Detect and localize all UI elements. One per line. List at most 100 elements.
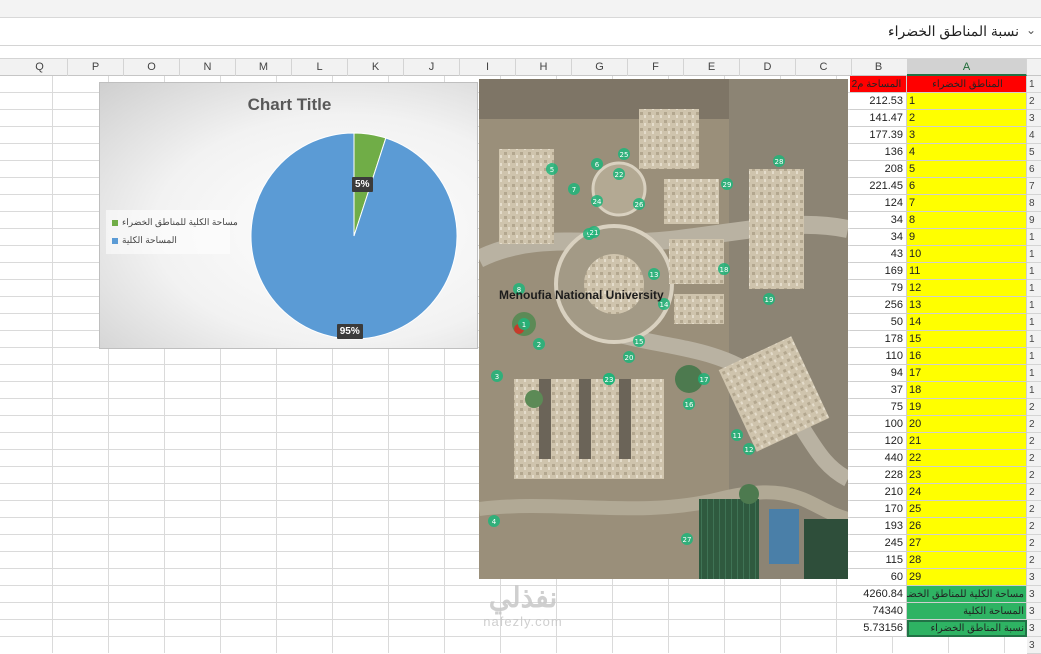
column-header-o[interactable]: O bbox=[124, 59, 180, 76]
table-cell-a[interactable]: 20 bbox=[907, 416, 1027, 433]
row-header[interactable]: 2 bbox=[1027, 552, 1041, 569]
table-cell-a[interactable]: 11 bbox=[907, 263, 1027, 280]
column-header-p[interactable]: P bbox=[68, 59, 124, 76]
row-header[interactable]: 2 bbox=[1027, 433, 1041, 450]
table-cell-b[interactable]: 60 bbox=[850, 569, 907, 586]
column-header-i[interactable]: I bbox=[460, 59, 516, 76]
table-cell-a[interactable]: 14 bbox=[907, 314, 1027, 331]
row-header[interactable]: 6 bbox=[1027, 161, 1041, 178]
column-header-a[interactable]: A bbox=[907, 59, 1027, 76]
table-cell-b[interactable]: 193 bbox=[850, 518, 907, 535]
table-cell-b[interactable]: 228 bbox=[850, 467, 907, 484]
column-header-g[interactable]: G bbox=[572, 59, 628, 76]
table-cell-a[interactable]: 24 bbox=[907, 484, 1027, 501]
table-cell-b[interactable]: 208 bbox=[850, 161, 907, 178]
row-header[interactable]: 1 bbox=[1027, 382, 1041, 399]
column-header-k[interactable]: K bbox=[348, 59, 404, 76]
row-header[interactable]: 9 bbox=[1027, 212, 1041, 229]
row-header[interactable]: 2 bbox=[1027, 518, 1041, 535]
table-cell-a[interactable]: 1 bbox=[907, 93, 1027, 110]
table-cell-b[interactable]: 440 bbox=[850, 450, 907, 467]
table-cell-b[interactable]: 75 bbox=[850, 399, 907, 416]
chart-title[interactable]: Chart Title bbox=[100, 95, 479, 115]
table-cell-b[interactable]: 178 bbox=[850, 331, 907, 348]
table-cell-a[interactable]: 23 bbox=[907, 467, 1027, 484]
row-header[interactable]: 1 bbox=[1027, 331, 1041, 348]
table-cell-a[interactable]: 7 bbox=[907, 195, 1027, 212]
column-header-q[interactable]: Q bbox=[12, 59, 68, 76]
column-header-f[interactable]: F bbox=[628, 59, 684, 76]
table-cell-a[interactable]: 6 bbox=[907, 178, 1027, 195]
table-cell-a[interactable]: 26 bbox=[907, 518, 1027, 535]
column-header-d[interactable]: D bbox=[740, 59, 796, 76]
table-cell-b[interactable]: 210 bbox=[850, 484, 907, 501]
row-header[interactable]: 1 bbox=[1027, 314, 1041, 331]
table-cell-b[interactable]: 100 bbox=[850, 416, 907, 433]
column-header-j[interactable]: J bbox=[404, 59, 460, 76]
table-cell-b[interactable]: 136 bbox=[850, 144, 907, 161]
row-header[interactable]: 7 bbox=[1027, 178, 1041, 195]
summary-value-cell[interactable]: 4260.84 bbox=[850, 586, 907, 603]
table-cell-b[interactable]: 34 bbox=[850, 229, 907, 246]
pie-plot[interactable] bbox=[249, 131, 459, 341]
table-cell-b[interactable]: 110 bbox=[850, 348, 907, 365]
table-cell-b[interactable]: 43 bbox=[850, 246, 907, 263]
table-cell-a[interactable]: 13 bbox=[907, 297, 1027, 314]
row-header[interactable]: 1 bbox=[1027, 229, 1041, 246]
table-cell-a[interactable]: 16 bbox=[907, 348, 1027, 365]
table-cell-b[interactable]: 221.45 bbox=[850, 178, 907, 195]
table-cell-a[interactable]: 21 bbox=[907, 433, 1027, 450]
row-header[interactable]: 1 bbox=[1027, 263, 1041, 280]
table-cell-b[interactable]: 79 bbox=[850, 280, 907, 297]
table-cell-a[interactable]: 28 bbox=[907, 552, 1027, 569]
header-cell-area[interactable]: المساحة م2 bbox=[850, 76, 907, 93]
row-header[interactable]: 4 bbox=[1027, 127, 1041, 144]
column-a-cells[interactable]: المناطق الخضراء 1 2 3 4 5 6 7 8 9 10 11 12 13 14 15 16 17… bbox=[907, 76, 1027, 637]
campus-satellite-image[interactable]: 1234567891011121314151617181920212223242… bbox=[479, 79, 848, 579]
chart-legend[interactable]: مساحة الكلية للمناطق الخضراء المساحة الكل… bbox=[106, 210, 238, 254]
data-label[interactable]: 5% bbox=[352, 177, 373, 193]
row-header[interactable]: 3 bbox=[1027, 620, 1041, 637]
summary-value-cell[interactable]: 5.73156 bbox=[850, 620, 907, 637]
table-cell-b[interactable]: 124 bbox=[850, 195, 907, 212]
table-cell-a[interactable]: 19 bbox=[907, 399, 1027, 416]
row-header[interactable]: 3 bbox=[1027, 603, 1041, 620]
row-header[interactable]: 3 bbox=[1027, 637, 1041, 654]
row-header[interactable]: 1 bbox=[1027, 348, 1041, 365]
table-cell-b[interactable]: 120 bbox=[850, 433, 907, 450]
table-cell-b[interactable]: 115 bbox=[850, 552, 907, 569]
data-label[interactable]: 95% bbox=[336, 323, 363, 339]
row-header[interactable]: 2 bbox=[1027, 535, 1041, 552]
table-cell-a[interactable]: 5 bbox=[907, 161, 1027, 178]
row-header[interactable]: 2 bbox=[1027, 484, 1041, 501]
row-header[interactable]: 1 bbox=[1027, 246, 1041, 263]
summary-label-cell[interactable]: نسبة المناطق الخضراء bbox=[907, 620, 1027, 637]
table-cell-b[interactable]: 141.47 bbox=[850, 110, 907, 127]
table-cell-a[interactable]: 29 bbox=[907, 569, 1027, 586]
table-cell-a[interactable]: 15 bbox=[907, 331, 1027, 348]
chevron-down-icon[interactable]: ⌄ bbox=[1026, 23, 1036, 37]
row-header[interactable]: 1 bbox=[1027, 297, 1041, 314]
row-header[interactable]: 2 bbox=[1027, 93, 1041, 110]
row-header[interactable]: 1 bbox=[1027, 365, 1041, 382]
column-header-l[interactable]: L bbox=[292, 59, 348, 76]
row-header[interactable]: 3 bbox=[1027, 586, 1041, 603]
table-cell-a[interactable]: 27 bbox=[907, 535, 1027, 552]
row-header-bar[interactable]: 1234567891111111111222222222233333 bbox=[1027, 76, 1041, 654]
formula-bar-content[interactable]: نسبة المناطق الخضراء bbox=[888, 23, 1019, 40]
table-cell-b[interactable]: 50 bbox=[850, 314, 907, 331]
column-header-e[interactable]: E bbox=[684, 59, 740, 76]
table-cell-b[interactable]: 212.53 bbox=[850, 93, 907, 110]
row-header[interactable]: 1 bbox=[1027, 280, 1041, 297]
table-cell-a[interactable]: 10 bbox=[907, 246, 1027, 263]
row-header[interactable]: 8 bbox=[1027, 195, 1041, 212]
column-header-n[interactable]: N bbox=[180, 59, 236, 76]
row-header[interactable]: 3 bbox=[1027, 110, 1041, 127]
summary-value-cell[interactable]: 74340 bbox=[850, 603, 907, 620]
table-cell-b[interactable]: 94 bbox=[850, 365, 907, 382]
summary-label-cell[interactable]: مساحة الكلية للمناطق الخضراء bbox=[907, 586, 1027, 603]
table-cell-a[interactable]: 2 bbox=[907, 110, 1027, 127]
row-header[interactable]: 2 bbox=[1027, 467, 1041, 484]
table-cell-b[interactable]: 34 bbox=[850, 212, 907, 229]
pie-chart[interactable]: Chart Title مساحة الكلية للمناطق الخضراء… bbox=[99, 82, 478, 349]
